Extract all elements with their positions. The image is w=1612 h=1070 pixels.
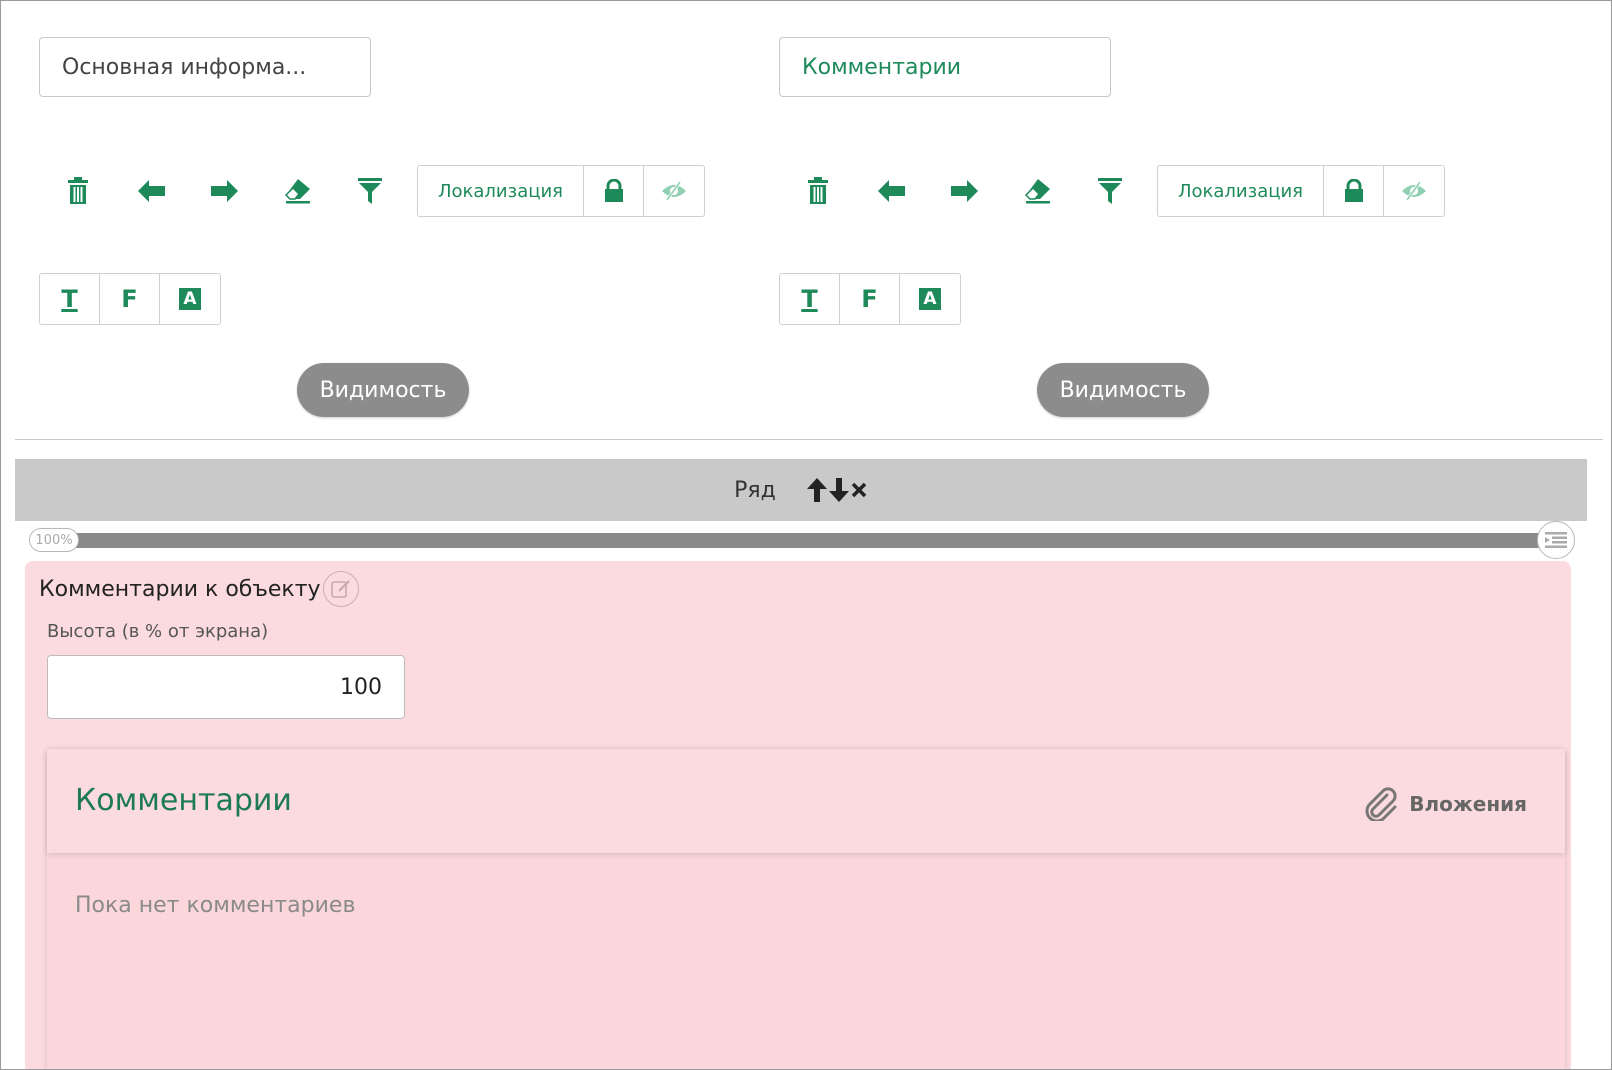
font-format-button[interactable]: F bbox=[100, 274, 160, 324]
trash-icon[interactable] bbox=[793, 165, 843, 217]
height-label: Высота (в % от экрана) bbox=[47, 621, 269, 642]
height-input[interactable] bbox=[47, 655, 405, 719]
toolbar: Локализация bbox=[779, 165, 1459, 217]
color-format-button[interactable]: A bbox=[900, 274, 960, 324]
filter-icon[interactable] bbox=[1085, 165, 1135, 217]
visibility-button[interactable]: Видимость bbox=[1037, 363, 1209, 417]
localization-button[interactable]: Локализация bbox=[1158, 166, 1324, 216]
toolbar: Локализация bbox=[39, 165, 719, 217]
text-format-button[interactable]: Т bbox=[40, 274, 100, 324]
tab-name-field[interactable]: Основная информа... bbox=[39, 37, 371, 97]
card-title: Комментарии bbox=[75, 783, 292, 818]
panel-right: Комментарии Локализация Т F A Видимость bbox=[779, 1, 1539, 431]
panel-left: Основная информа... Локализация Т F A Ви… bbox=[39, 1, 799, 431]
paperclip-icon bbox=[1365, 787, 1397, 821]
component-title-text: Комментарии к объекту bbox=[39, 576, 321, 602]
close-icon[interactable] bbox=[851, 482, 867, 498]
attachments-button[interactable]: Вложения bbox=[1363, 787, 1527, 821]
lock-icon[interactable] bbox=[584, 166, 644, 216]
row-label: Ряд bbox=[734, 477, 776, 503]
comments-card: Комментарии Вложения Пока нет комментари… bbox=[47, 749, 1565, 1069]
arrow-down-icon[interactable] bbox=[828, 478, 849, 502]
column-width-slider[interactable] bbox=[59, 533, 1567, 548]
attachments-label: Вложения bbox=[1409, 792, 1527, 816]
localization-button[interactable]: Локализация bbox=[418, 166, 584, 216]
font-format-label: F bbox=[861, 285, 878, 313]
component-title: Комментарии к объекту bbox=[39, 571, 359, 607]
format-group: Т F A bbox=[39, 273, 221, 325]
text-format-button[interactable]: Т bbox=[780, 274, 840, 324]
localization-group: Локализация bbox=[417, 165, 705, 217]
color-format-button[interactable]: A bbox=[160, 274, 220, 324]
comments-component: Комментарии к объекту Высота (в % от экр… bbox=[25, 561, 1571, 1069]
empty-comments-text: Пока нет комментариев bbox=[75, 893, 356, 918]
filter-icon[interactable] bbox=[345, 165, 395, 217]
trash-icon[interactable] bbox=[53, 165, 103, 217]
visibility-button[interactable]: Видимость bbox=[297, 363, 469, 417]
lock-icon[interactable] bbox=[1324, 166, 1384, 216]
text-format-label: Т bbox=[61, 285, 78, 313]
eye-slash-icon[interactable] bbox=[644, 166, 704, 216]
color-format-label: A bbox=[919, 288, 941, 310]
arrow-up-icon[interactable] bbox=[806, 478, 827, 502]
card-header: Комментарии Вложения bbox=[47, 749, 1565, 853]
text-format-label: Т bbox=[801, 285, 818, 313]
arrow-right-icon[interactable] bbox=[199, 165, 249, 217]
divider bbox=[15, 439, 1603, 440]
eraser-icon[interactable] bbox=[273, 165, 323, 217]
eraser-icon[interactable] bbox=[1013, 165, 1063, 217]
color-format-label: A bbox=[179, 288, 201, 310]
arrow-left-icon[interactable] bbox=[867, 165, 917, 217]
eye-slash-icon[interactable] bbox=[1384, 166, 1444, 216]
font-format-button[interactable]: F bbox=[840, 274, 900, 324]
column-width-handle[interactable]: 100% bbox=[29, 528, 79, 552]
edit-icon[interactable] bbox=[322, 571, 359, 607]
localization-group: Локализация bbox=[1157, 165, 1445, 217]
arrow-right-icon[interactable] bbox=[939, 165, 989, 217]
font-format-label: F bbox=[121, 285, 138, 313]
arrow-left-icon[interactable] bbox=[127, 165, 177, 217]
editor-frame: Основная информа... Локализация Т F A Ви… bbox=[0, 0, 1612, 1070]
tab-name-field[interactable]: Комментарии bbox=[779, 37, 1111, 97]
format-group: Т F A bbox=[779, 273, 961, 325]
row-header: Ряд bbox=[15, 459, 1587, 521]
column-menu-icon[interactable] bbox=[1537, 521, 1575, 559]
